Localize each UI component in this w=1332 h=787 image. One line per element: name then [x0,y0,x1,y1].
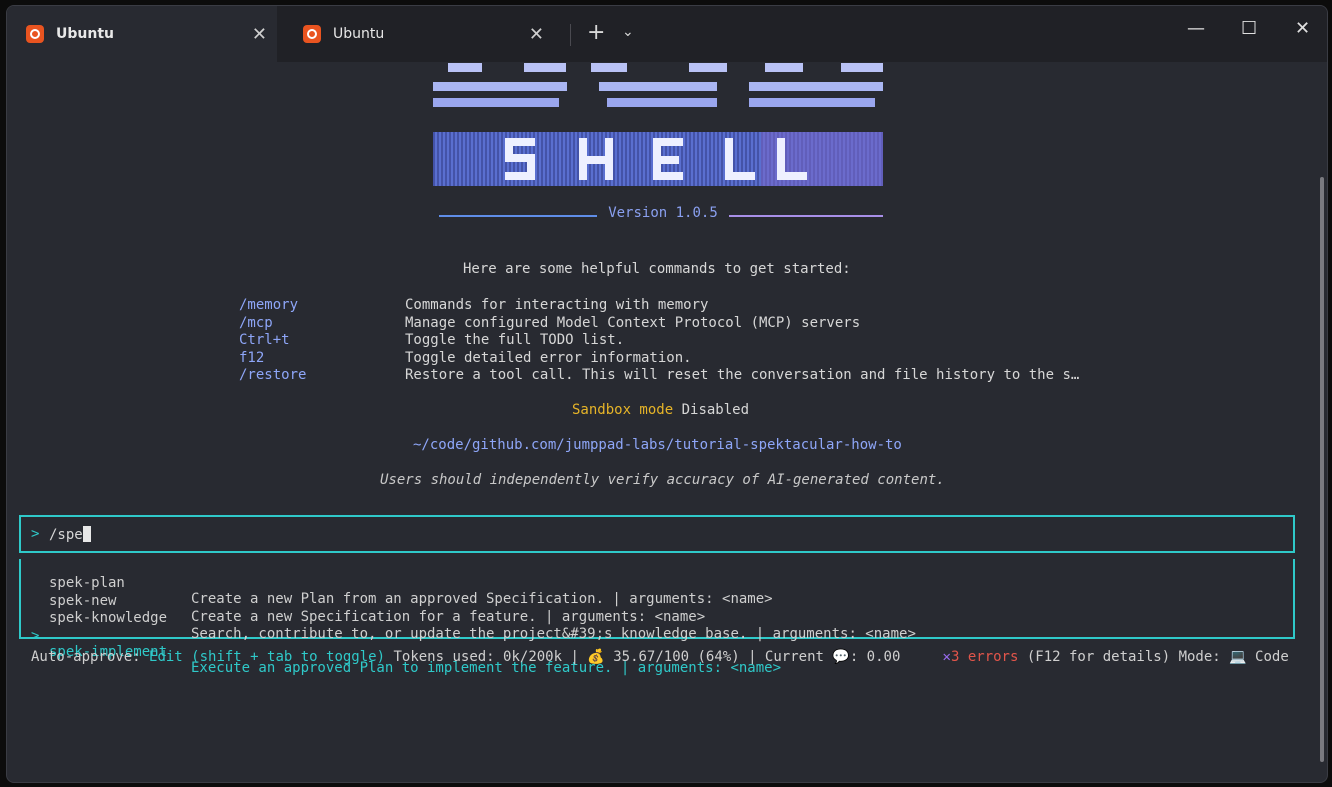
command-desc: Manage configured Model Context Protocol… [405,315,861,331]
laptop-icon: 💻 [1229,649,1247,665]
tab-label: Ubuntu [333,26,385,42]
helpful-intro: Here are some helpful commands to get st… [463,261,851,277]
command-input-box[interactable]: > /spe [19,515,1295,553]
current-directory: ~/code/github.com/jumppad-labs/tutorial-… [413,437,902,453]
ubuntu-icon [26,25,44,43]
command-desc: Toggle detailed error information. [405,350,692,366]
command-name: /memory [239,297,299,313]
version-line-left [439,215,597,217]
current-cost: : 0.00 [849,649,901,665]
command-desc: Commands for interacting with memory [405,297,709,313]
new-tab-button[interactable]: + [587,20,605,45]
sandbox-status: Sandbox mode Disabled [572,402,749,418]
mode-value: Code [1255,649,1289,665]
maximize-button[interactable]: ☐ [1241,18,1257,39]
text-cursor [82,526,91,542]
errors-hint: (F12 for details) Mode: [1026,649,1221,665]
suggestion-list: spek-plan Create a new Plan from an appr… [19,559,1295,676]
terminal-content[interactable]: Version 1.0.5 Here are some helpful comm… [7,62,1327,782]
close-window-button[interactable]: ✕ [1295,18,1310,39]
tab-dropdown-button[interactable]: ⌄ [622,24,634,40]
command-desc: Toggle the full TODO list. [405,332,625,348]
suggestion-item-selected[interactable]: > spek-implement Execute an approved Pla… [21,612,1293,676]
ai-disclaimer: Users should independently verify accura… [380,472,945,488]
scrollbar[interactable] [1320,177,1324,762]
sandbox-value: Disabled [681,402,750,418]
speech-bubble-icon: 💬 [832,649,850,665]
command-name: Ctrl+t [239,332,290,348]
status-bar: Auto-approve: Edit (shift + tab to toggl… [31,649,1289,665]
tab-label: Ubuntu [56,26,114,42]
selected-marker: > [31,628,40,644]
suggestion-item[interactable]: spek-knowledge Search, contribute to, or… [21,594,1293,642]
suggestion-item[interactable]: spek-plan Create a new Plan from an appr… [21,559,1293,607]
auto-approve-value: Edit (shift + tab to toggle) [149,649,386,665]
version-row: Version 1.0.5 [439,205,883,225]
version-label: Version 1.0.5 [608,205,718,221]
error-x-icon: ✕ [942,649,951,665]
command-name: /mcp [239,315,273,331]
tab-close-icon[interactable]: ✕ [529,24,544,45]
budget-usage: 35.67/100 (64%) | Current [613,649,824,665]
tab-bar: Ubuntu ✕ Ubuntu ✕ + ⌄ — ☐ ✕ [7,6,1327,62]
money-bag-icon: 💰 [587,649,605,665]
command-input[interactable]: /spe [49,526,91,543]
shell-logo [433,63,883,186]
tab-ubuntu-2[interactable]: Ubuntu ✕ [284,6,554,62]
command-name: f12 [239,350,265,366]
auto-approve-label: Auto-approve: [31,649,141,665]
ubuntu-icon [303,25,321,43]
sandbox-label: Sandbox mode [572,402,674,418]
tab-separator [570,24,571,46]
version-line-right [729,215,883,217]
command-name: /restore [239,367,307,383]
command-desc: Restore a tool call. This will reset the… [405,367,1080,383]
tab-close-icon[interactable]: ✕ [252,24,267,45]
suggestion-item[interactable]: spek-new Create a new Specification for … [21,577,1293,625]
terminal-window: Ubuntu ✕ Ubuntu ✕ + ⌄ — ☐ ✕ Version 1.0.… [6,5,1328,783]
prompt-symbol: > [31,526,40,542]
error-count: 3 errors [950,649,1019,665]
minimize-button[interactable]: — [1187,18,1205,39]
tab-ubuntu-1[interactable]: Ubuntu ✕ [7,6,277,62]
input-text: /spe [49,527,83,543]
tokens-used: Tokens used: 0k/200k | [393,649,579,665]
